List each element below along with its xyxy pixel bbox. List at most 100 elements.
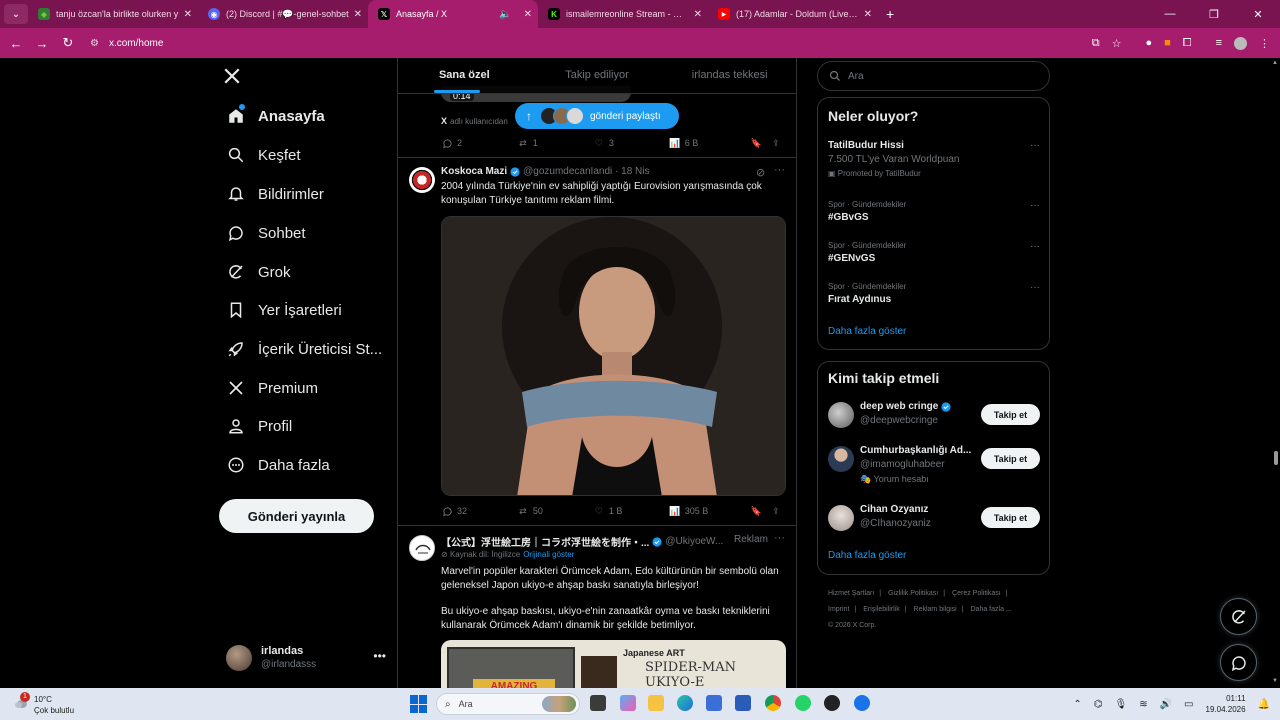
scroll-up-arrow-icon[interactable]: ▲ [1272,60,1278,66]
more-icon[interactable]: ··· [774,532,785,544]
taskbar-search[interactable]: ⌕ Ara [436,693,580,715]
whatsapp-icon[interactable] [795,695,811,711]
profile-avatar[interactable] [1234,36,1247,50]
nav-bookmarks[interactable]: Yer İşaretleri [227,295,342,325]
extension-icon[interactable]: ■ [1164,37,1171,49]
nav-more[interactable]: Daha fazla [227,450,330,480]
tab-search-button[interactable]: ⌄ [4,4,28,24]
footer-link[interactable]: Reklam bilgisi [914,606,957,613]
url-field[interactable]: ⚙ x.com/home [90,38,163,49]
trend-item[interactable]: Spor · Gündemdekiler Fırat Aydınus ··· [828,282,1040,305]
footer-link[interactable]: Erişilebilirlik [863,606,900,613]
browser-tab[interactable]: K ismailemreonline Stream - Watc ✕ [538,0,708,28]
wifi-icon[interactable]: ≋ [1139,699,1147,710]
chat-floating-button[interactable] [1220,644,1257,681]
browser-tab[interactable]: ◆ tanju özcan'la birlikte olurken y ✕ [28,0,198,28]
repost-button[interactable]: ⇄ 1 [517,137,593,149]
close-icon[interactable]: ✕ [524,9,532,20]
clock[interactable]: 01:11 19.04.2026 [1206,693,1246,715]
repost-button[interactable]: ⇄ 50 [517,505,593,517]
more-icon[interactable]: ··· [1030,140,1040,151]
bookmark-button[interactable]: 🔖 [751,137,770,149]
reading-list-icon[interactable]: ≡ [1216,37,1222,49]
app-icon[interactable] [854,695,870,711]
footer-link[interactable]: Hizmet Şartları [828,590,874,597]
edge-icon[interactable] [677,695,693,711]
close-icon[interactable]: ✕ [354,9,362,20]
views-button[interactable]: 📊 305 B [669,505,751,517]
footer-link[interactable]: Çerez Politikası [952,590,1001,597]
author-handle[interactable]: @UkiyoeW... [665,536,723,547]
browser-tab[interactable]: ▶ (17) Adamlar - Doldum (Live Fro ✕ [708,0,878,28]
forward-button[interactable]: → [30,36,54,51]
notification-bell-icon[interactable]: 🔔 [1258,699,1270,710]
nav-profile[interactable]: Profil [227,411,292,441]
close-icon[interactable]: ✕ [694,9,702,20]
reload-button[interactable]: ↻ [56,35,80,51]
kebab-menu-icon[interactable]: ⋮ [1259,37,1270,50]
maximize-button[interactable]: ❐ [1192,8,1236,21]
tab-following[interactable]: Takip ediliyor [531,58,664,93]
more-icon[interactable]: ··· [774,164,785,176]
author-name[interactable]: 【公式】浮世絵工房｜コラボ浮世絵を制作・... [441,534,649,549]
new-posts-pill[interactable]: ↑ gönderi paylaştı [515,103,679,129]
windows-start-button[interactable] [410,695,428,713]
minimize-button[interactable]: — [1148,8,1192,20]
file-explorer-icon[interactable] [648,695,664,711]
puzzle-icon[interactable]: ⧠ [1183,37,1192,50]
tweet-image[interactable]: AMAZING Japanese ART SPIDER-MAN UKIYO-E [441,640,786,688]
follow-suggestion[interactable]: Cihan Özyanız @CIhanozyaniz Takip et [828,503,1040,537]
x-logo-icon[interactable] [223,64,241,92]
obs-icon[interactable] [824,695,840,711]
chevron-up-icon[interactable]: ⌃ [1073,699,1081,710]
tweet-video[interactable] [441,216,786,496]
scrollbar-thumb[interactable] [1274,451,1278,465]
more-icon[interactable]: ··· [1030,282,1040,293]
nav-explore[interactable]: Keşfet [227,140,301,170]
site-info-icon[interactable]: ⚙ [90,38,99,49]
new-tab-button[interactable]: + [886,6,894,22]
footer-link[interactable]: Daha fazla ... [971,606,1012,613]
reply-button[interactable]: 2 [441,137,517,149]
trend-item[interactable]: Spor · Gündemdekiler #GBvGS ··· [828,200,1040,223]
share-button[interactable]: ⇪ [770,137,786,149]
author-name[interactable]: Koskoca Mazi [441,166,507,177]
mail-icon[interactable] [735,695,751,711]
like-button[interactable]: ♡ 1 B [593,505,669,517]
battery-icon[interactable]: ▭ [1184,699,1193,710]
footer-link[interactable]: Gizlilik Politikası [888,590,938,597]
close-window-button[interactable]: ✕ [1236,8,1280,21]
more-icon[interactable]: ••• [373,649,386,663]
account-switcher[interactable]: irlandas @irlandasss ••• [226,643,386,673]
close-icon[interactable]: ✕ [864,9,872,20]
store-icon[interactable] [706,695,722,711]
grok-icon[interactable]: ⊘ [756,166,765,179]
microphone-icon[interactable]: 🎙 [1115,699,1128,710]
bookmark-button[interactable]: 🔖 [751,505,770,517]
browser-tab[interactable]: ◉ (2) Discord | #💬-genel-sohbet ✕ [198,0,368,28]
post-button[interactable]: Gönderi yayınla [219,499,374,533]
like-button[interactable]: ♡ 3 [593,137,669,149]
nav-notifications[interactable]: Bildirimler [227,179,324,209]
grok-floating-button[interactable] [1220,598,1257,635]
follow-suggestion[interactable]: deep web cringe @deepwebcringe Takip et [828,400,1040,434]
author-handle[interactable]: @gozumdecanIandi [523,166,612,177]
more-icon[interactable]: ··· [1030,241,1040,252]
views-button[interactable]: 📊 6 B [669,137,751,149]
nav-creator-studio[interactable]: İçerik Üreticisi St... [227,334,382,364]
show-original-link[interactable]: Orijinali göster [523,550,574,559]
back-button[interactable]: ← [4,36,28,51]
page-scrollbar[interactable]: ▲ ▼ [1271,58,1280,688]
reply-button[interactable]: 32 [441,505,517,517]
avatar[interactable] [409,535,435,561]
search-input[interactable]: Ara [817,61,1050,91]
tweet-time[interactable]: 18 Nis [621,166,649,177]
weather-widget[interactable]: 1 10°C Çok bulutlu [12,692,92,716]
follow-button[interactable]: Takip et [981,404,1040,425]
follow-suggestion[interactable]: Cumhurbaşkanlığı Ad... @imamogluhabeer 🎭… [828,444,1040,488]
scroll-down-arrow-icon[interactable]: ▼ [1272,678,1278,684]
tab-community[interactable]: irlandas tekkesi [663,58,796,93]
tab-for-you[interactable]: Sana özel [398,58,531,93]
speaker-icon[interactable]: 🔈 [499,9,511,20]
nav-home[interactable]: Anasayfa [227,101,325,131]
